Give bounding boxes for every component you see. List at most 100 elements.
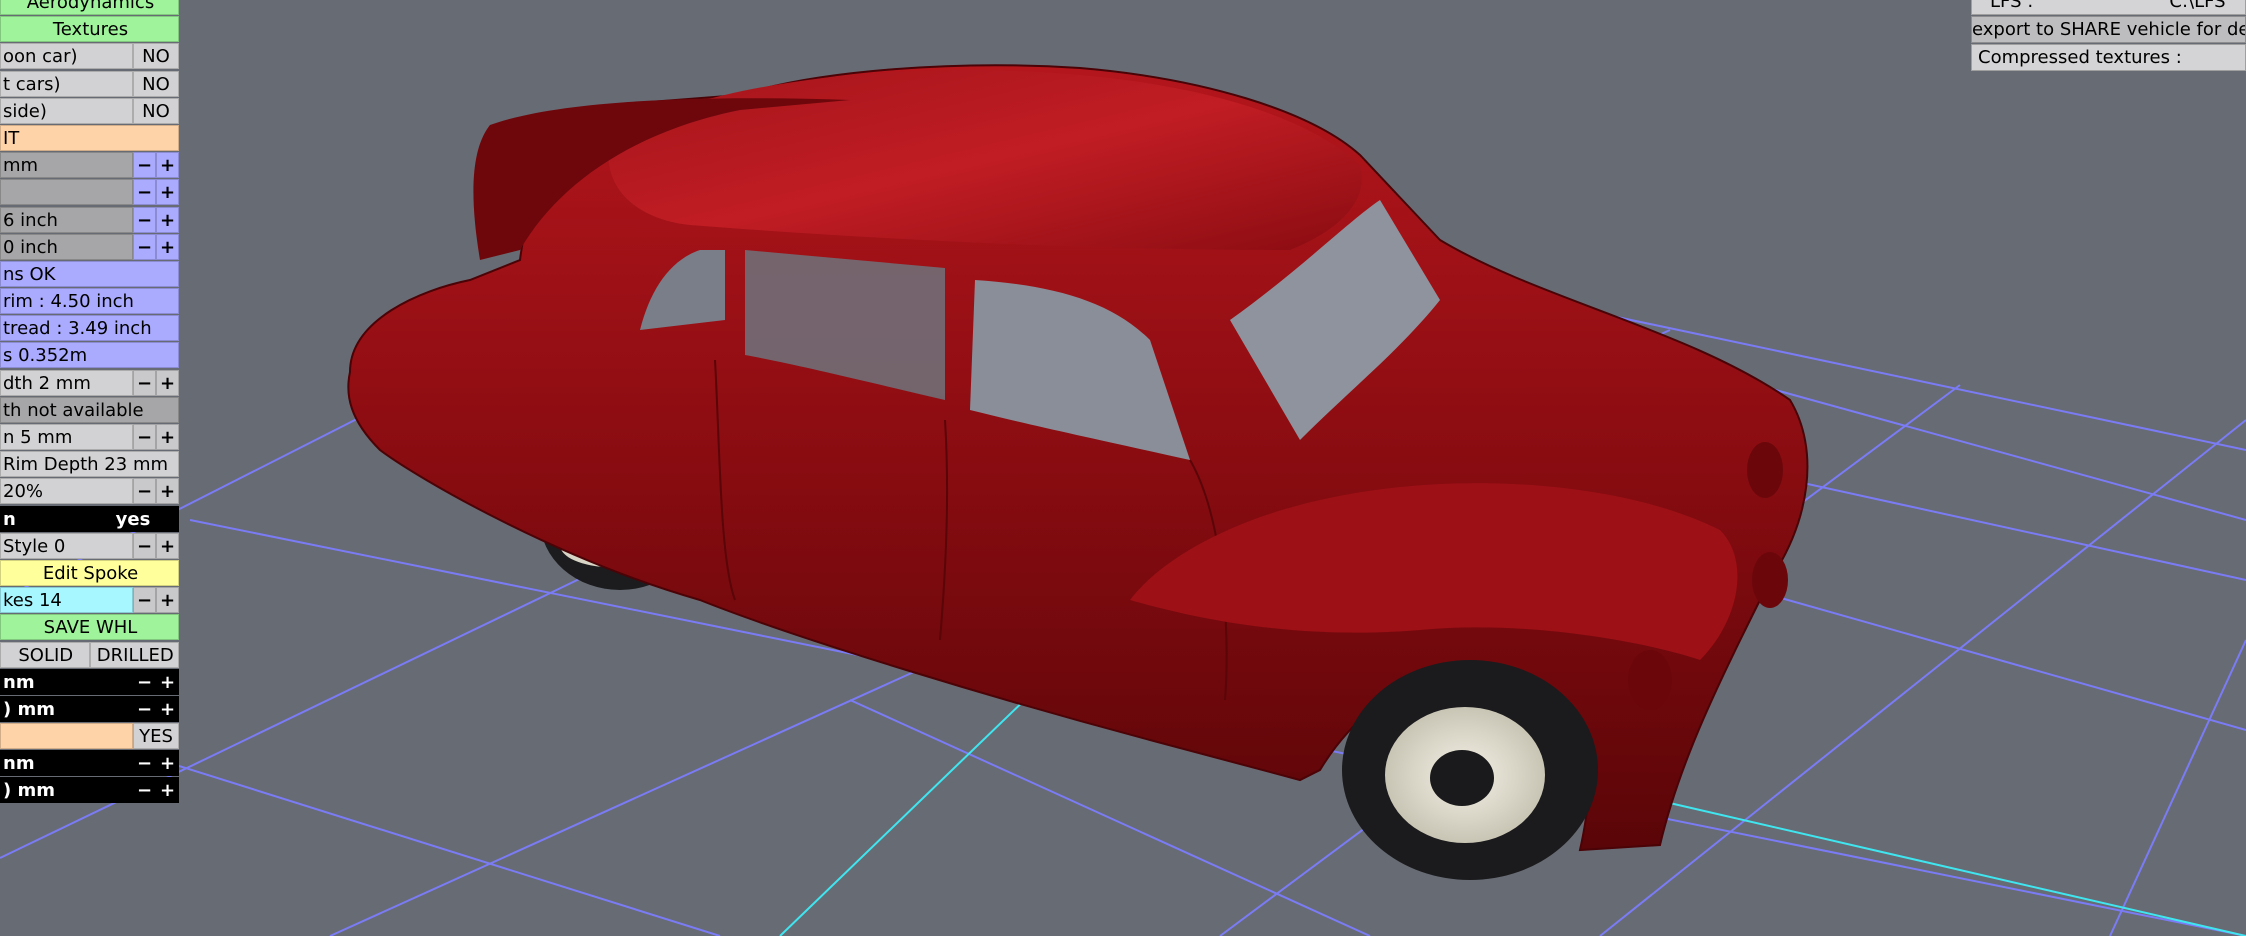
increment-button[interactable]: +: [156, 777, 179, 804]
lfs-label: LFS :: [1990, 0, 2034, 12]
lfs-path[interactable]: C:\LFS: [2060, 0, 2245, 14]
increment-button[interactable]: +: [156, 233, 179, 260]
increment-button[interactable]: +: [156, 179, 179, 206]
increment-button[interactable]: +: [156, 369, 179, 396]
increment-button[interactable]: +: [156, 532, 179, 559]
export-share-button[interactable]: export to SHARE vehicle for de: [1971, 16, 2246, 43]
panel-row-kes-14: kes 14− +: [0, 587, 179, 614]
front-wheel: [1342, 660, 1598, 880]
value-label: nm: [0, 750, 133, 777]
textures-button[interactable]: Textures: [0, 16, 179, 43]
panel-row-6-inch: 6 inch − +: [0, 206, 179, 234]
value-label: nm: [0, 668, 133, 695]
3d-viewport[interactable]: [0, 0, 2246, 936]
increment-button[interactable]: +: [156, 478, 179, 505]
panel-row-t-cars: t cars) NO: [0, 70, 179, 98]
toggle-value[interactable]: yes: [87, 505, 179, 532]
increment-button[interactable]: +: [156, 206, 179, 233]
wheel-editor-panel: Aerodynamics Textures oon car) NO t cars) NO …: [0, 0, 179, 805]
decrement-button[interactable]: −: [133, 777, 156, 804]
option-label: t cars): [0, 70, 133, 97]
panel-row-nm: nm − +: [0, 750, 179, 777]
option-toggle[interactable]: NO: [133, 43, 179, 70]
option-toggle[interactable]: YES: [133, 723, 179, 750]
value-label: kes 14: [0, 587, 133, 614]
decrement-button[interactable]: −: [133, 152, 156, 179]
info-label: th not available: [0, 396, 179, 423]
info-label: s 0.352m: [0, 342, 179, 369]
decrement-button[interactable]: −: [133, 532, 156, 559]
panel-row-it: IT: [0, 124, 179, 152]
decrement-button[interactable]: −: [133, 179, 156, 206]
decrement-button[interactable]: −: [133, 424, 156, 450]
decrement-button[interactable]: −: [133, 369, 156, 396]
info-label: tread : 3.49 inch: [0, 315, 179, 342]
value-label: Style 0: [0, 532, 133, 559]
increment-button[interactable]: +: [156, 695, 179, 722]
aerodynamics-button[interactable]: Aerodynamics: [0, 0, 179, 15]
panel-row-save-whl: SAVE WHL: [0, 614, 179, 641]
panel-row-mm: ) mm − +: [0, 777, 179, 804]
increment-button[interactable]: +: [156, 750, 179, 777]
value-label: 20%: [0, 478, 133, 505]
panel-row-aerodynamics: Aerodynamics: [0, 0, 179, 16]
export-panel: LFS : C:\LFS export to SHARE vehicle for…: [1971, 0, 2246, 72]
lfs-path-row: LFS : C:\LFS: [1971, 0, 2246, 15]
panel-row-n: n yes: [0, 505, 179, 533]
value-label: [0, 179, 133, 206]
panel-row-row: − +: [0, 179, 179, 206]
panel-row-mm: ) mm − +: [0, 695, 179, 723]
decrement-button[interactable]: −: [133, 478, 156, 505]
decrement-button[interactable]: −: [133, 668, 156, 695]
option-label: side): [0, 97, 133, 124]
value-label: dth 2 mm: [0, 369, 133, 396]
option-toggle[interactable]: NO: [133, 70, 179, 97]
value-label: 0 inch: [0, 233, 133, 260]
decrement-button[interactable]: −: [133, 233, 156, 260]
compressed-textures-toggle[interactable]: Compressed textures :: [1971, 44, 2246, 71]
panel-row-rim-depth-23-mm: Rim Depth 23 mm: [0, 451, 179, 478]
panel-row-ns-ok: ns OK: [0, 260, 179, 288]
panel-row-dth-2-mm: dth 2 mm − +: [0, 369, 179, 397]
decrement-button[interactable]: −: [133, 206, 156, 233]
save-whl-button[interactable]: SAVE WHL: [0, 614, 179, 641]
panel-row-oon-car: oon car) NO: [0, 43, 179, 70]
edit-spoke-button[interactable]: Edit Spoke: [0, 559, 179, 586]
toggle-label: n: [0, 505, 87, 532]
panel-row-mm: mm − +: [0, 152, 179, 179]
value-label: ) mm: [0, 695, 133, 722]
panel-row-row: YES: [0, 723, 179, 750]
option-label: [0, 723, 133, 750]
decrement-button[interactable]: −: [133, 587, 156, 614]
decrement-button[interactable]: −: [133, 750, 156, 777]
panel-row-20: 20% − +: [0, 478, 179, 505]
panel-row-textures: Textures: [0, 16, 179, 43]
panel-row-nm: nm − +: [0, 668, 179, 696]
panel-row-solid: SOLID DRILLED: [0, 641, 179, 669]
panel-row-n-5-mm: n 5 mm − +: [0, 424, 179, 451]
info-label: rim : 4.50 inch: [0, 288, 179, 315]
panel-row-th-not-available: th not available: [0, 396, 179, 424]
increment-button[interactable]: +: [156, 424, 179, 450]
value-label: ) mm: [0, 777, 133, 804]
drilled-button[interactable]: DRILLED: [89, 641, 179, 668]
panel-row-style-0: Style 0− +: [0, 532, 179, 560]
value-label: n 5 mm: [0, 424, 133, 450]
panel-row-side: side) NO: [0, 97, 179, 125]
panel-row-tread-3-49-inch: tread : 3.49 inch: [0, 315, 179, 342]
panel-row-rim-4-50-inch: rim : 4.50 inch: [0, 288, 179, 315]
panel-row-edit-spoke: Edit Spoke: [0, 559, 179, 587]
section-header: IT: [0, 124, 179, 151]
solid-button[interactable]: SOLID: [0, 641, 90, 668]
grid-and-car: [0, 64, 2246, 936]
info-label: Rim Depth 23 mm: [0, 451, 179, 478]
panel-row-0-inch: 0 inch − +: [0, 233, 179, 261]
option-toggle[interactable]: NO: [133, 97, 179, 124]
info-label: ns OK: [0, 260, 179, 287]
increment-button[interactable]: +: [156, 152, 179, 179]
decrement-button[interactable]: −: [133, 695, 156, 722]
increment-button[interactable]: +: [156, 587, 179, 614]
increment-button[interactable]: +: [156, 668, 179, 695]
value-label: 6 inch: [0, 206, 133, 233]
panel-row-s-0-352m: s 0.352m: [0, 342, 179, 369]
